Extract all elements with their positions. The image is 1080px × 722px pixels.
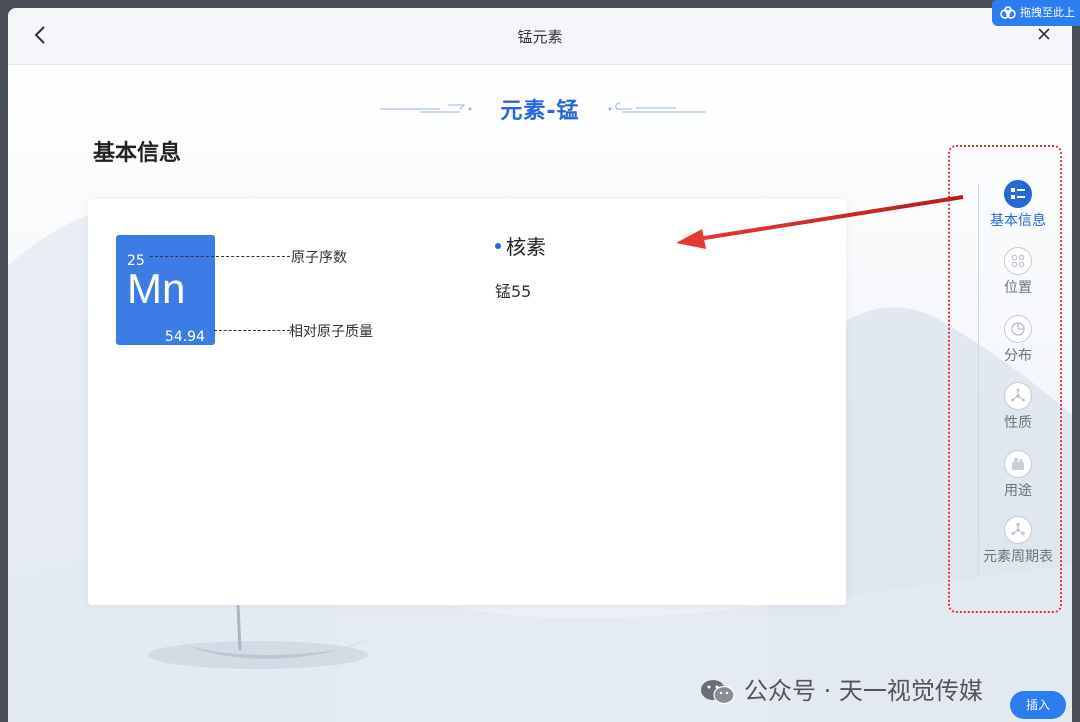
title-bar: 锰元素	[8, 8, 1072, 65]
isotope-heading: 核素	[495, 231, 546, 260]
app-window: 锰元素 元素-锰 基本信息 25 Mn 54.94 原子序数 相对原子质量 核素…	[8, 8, 1072, 722]
atomic-number-label: 原子序数	[291, 250, 347, 266]
title-right-ornament	[608, 102, 706, 113]
section-title: 基本信息	[93, 141, 182, 166]
close-icon[interactable]	[1036, 26, 1052, 42]
cloud-link-icon	[1000, 6, 1016, 19]
drag-drop-badge[interactable]: 拖拽至此上	[992, 0, 1080, 26]
wechat-icon	[701, 680, 735, 705]
element-tile: 25 Mn 54.94	[116, 235, 215, 345]
element-page-title: 元素-锰	[500, 99, 580, 124]
bullet-dot	[495, 242, 501, 249]
watermark: 公众号 · 天一视觉传媒	[698, 671, 983, 706]
isotope-heading-text: 核素	[506, 235, 546, 259]
window-title: 锰元素	[517, 28, 563, 46]
atomic-mass-leader-line	[214, 330, 290, 331]
drag-drop-badge-label: 拖拽至此上	[1020, 6, 1075, 19]
isotope-value: 锰55	[495, 282, 532, 301]
watermark-text: 公众号 · 天一视觉传媒	[744, 677, 983, 705]
content-area: 元素-锰 基本信息 25 Mn 54.94 原子序数 相对原子质量 核素 锰55	[8, 65, 1072, 722]
insert-button[interactable]: 插入	[1010, 691, 1066, 719]
element-symbol: Mn	[127, 265, 186, 312]
atomic-mass: 54.94	[164, 329, 205, 345]
annotation-arrow	[676, 195, 964, 249]
atomic-mass-label: 相对原子质量	[289, 324, 373, 340]
atomic-number-leader-line	[150, 256, 290, 257]
